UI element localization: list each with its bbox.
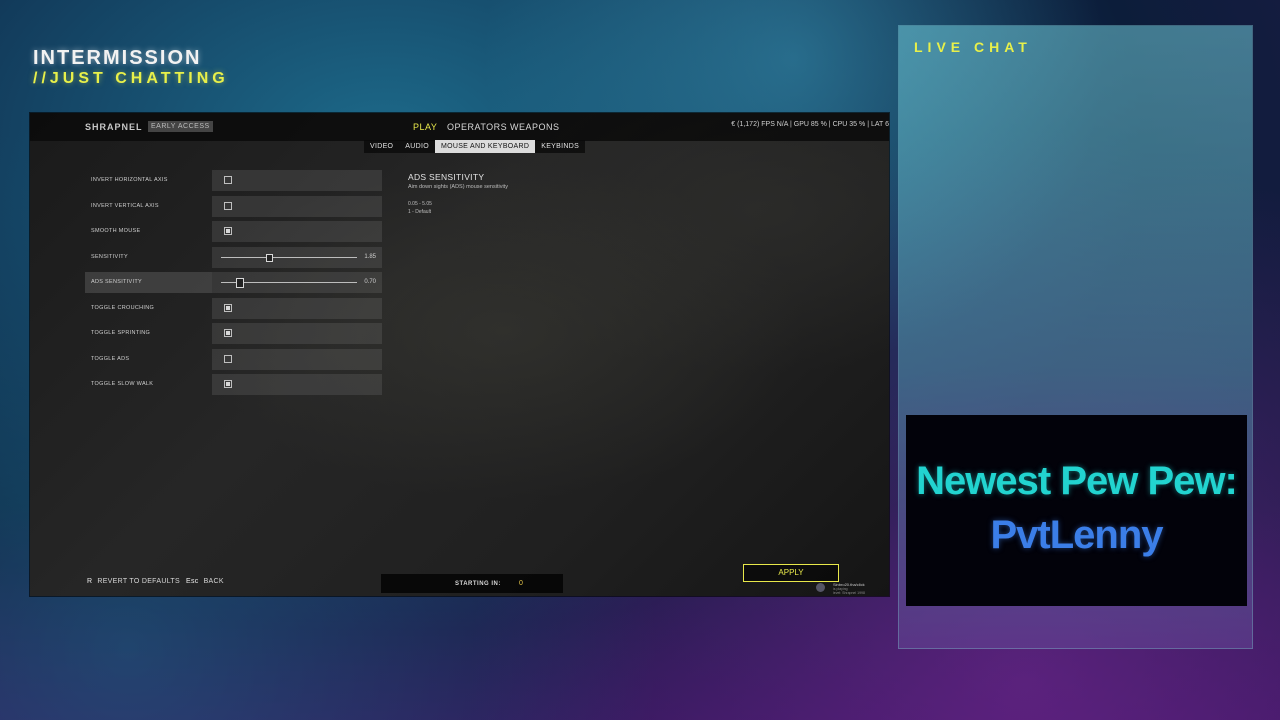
settings-subtabs: VIDEO AUDIO MOUSE AND KEYBOARD KEYBINDS <box>364 140 586 153</box>
early-access-badge: EARLY ACCESS <box>148 121 213 132</box>
setting-label-cell: TOGGLE CROUCHING <box>85 298 212 319</box>
setting-label-cell: TOGGLE ADS <box>85 349 212 370</box>
avatar <box>816 583 825 592</box>
toggle-crouching-checkbox[interactable] <box>224 303 232 312</box>
game-logo: SHRAPNEL <box>85 122 143 132</box>
setting-row-smooth-mouse[interactable]: SMOOTH MOUSE <box>85 221 382 242</box>
setting-label-cell: ADS SENSITIVITY <box>85 272 212 293</box>
setting-label-cell: SENSITIVITY <box>85 247 212 268</box>
setting-control <box>212 170 382 191</box>
subtab-mouse-and-keyboard[interactable]: MOUSE AND KEYBOARD <box>434 140 536 153</box>
description-title: ADS SENSITIVITY <box>408 172 485 182</box>
nav-tab-weapons[interactable]: WEAPONS <box>510 122 560 132</box>
subtab-video[interactable]: VIDEO <box>364 140 399 153</box>
alert-heading: Newest Pew Pew: <box>916 459 1238 503</box>
toggle-slow-walk-checkbox[interactable] <box>224 380 232 388</box>
description-subtitle: Aim down sights (ADS) mouse sensitivity <box>408 184 508 190</box>
setting-label: SENSITIVITY <box>91 253 128 260</box>
ads-sensitivity-slider-handle[interactable] <box>235 278 244 288</box>
starting-in-value: 0 <box>519 580 523 587</box>
revert-label: REVERT TO DEFAULTS <box>97 578 180 585</box>
toggle-sprinting-checkbox[interactable] <box>224 329 232 337</box>
setting-label: TOGGLE SLOW WALK <box>91 381 154 387</box>
apply-button[interactable]: APPLY <box>743 564 839 582</box>
setting-control: 1.85 <box>212 246 382 268</box>
sensitivity-value: 1.85 <box>364 253 376 260</box>
webcam-overlay: Sinbro20.tha/click is playing level: Shr… <box>814 581 874 595</box>
intermission-title: INTERMISSION <box>33 47 202 69</box>
back-key-hint: Esc <box>186 578 199 585</box>
nav-tab-operators[interactable]: OPERATORS <box>447 122 507 132</box>
setting-label-cell: SMOOTH MOUSE <box>85 221 212 242</box>
invert-vertical-axis-checkbox[interactable] <box>224 201 232 210</box>
sensitivity-slider-track[interactable] <box>221 253 357 262</box>
just-chatting-subtitle: //JUST CHATTING <box>33 70 229 87</box>
toggle-ads-checkbox[interactable] <box>224 354 232 363</box>
ads-sensitivity-value: 0.70 <box>364 279 376 285</box>
game-window: SHRAPNEL EARLY ACCESS PLAY OPERATORS WEA… <box>30 113 889 596</box>
subtab-audio[interactable]: AUDIO <box>399 140 435 153</box>
setting-label-cell: INVERT HORIZONTAL AXIS <box>85 170 212 191</box>
sensitivity-slider-handle[interactable] <box>265 253 273 262</box>
setting-control <box>212 374 382 395</box>
setting-control <box>212 348 382 370</box>
live-chat-title: LIVE CHAT <box>914 39 1032 55</box>
setting-row-ads-sensitivity[interactable]: ADS SENSITIVITY 0.70 <box>85 272 382 293</box>
setting-control <box>212 297 382 319</box>
description-range: 0.05 - 5.05 <box>408 201 432 207</box>
settings-list: INVERT HORIZONTAL AXIS INVERT VERTICAL AX… <box>85 170 382 400</box>
revert-to-defaults-button[interactable]: R REVERT TO DEFAULTS <box>87 578 180 585</box>
smooth-mouse-checkbox[interactable] <box>224 227 232 235</box>
setting-row-invert-vertical-axis[interactable]: INVERT VERTICAL AXIS <box>85 195 382 217</box>
setting-row-toggle-ads[interactable]: TOGGLE ADS <box>85 348 382 370</box>
setting-control <box>212 323 382 344</box>
setting-label-cell: TOGGLE SPRINTING <box>85 323 212 344</box>
newest-follower-alert: Newest Pew Pew: PvtLenny <box>906 415 1247 606</box>
starting-in-panel: STARTING IN: 0 <box>381 574 563 593</box>
starting-in-label: STARTING IN: <box>455 581 501 587</box>
setting-label: INVERT HORIZONTAL AXIS <box>91 177 168 183</box>
nav-tab-play[interactable]: PLAY <box>413 122 437 132</box>
setting-label-cell: TOGGLE SLOW WALK <box>85 374 212 395</box>
subtab-keybinds[interactable]: KEYBINDS <box>535 140 585 153</box>
back-button[interactable]: Esc BACK <box>186 578 224 585</box>
setting-label: ADS SENSITIVITY <box>91 279 142 285</box>
invert-horizontal-axis-checkbox[interactable] <box>224 176 232 184</box>
description-default: 1 - Default <box>408 209 432 215</box>
setting-control <box>212 221 382 242</box>
alert-username: PvtLenny <box>990 513 1163 557</box>
setting-label: SMOOTH MOUSE <box>91 228 141 234</box>
setting-control: 0.70 <box>212 272 382 293</box>
setting-row-toggle-sprinting[interactable]: TOGGLE SPRINTING <box>85 323 382 344</box>
webcam-level: level: Shrapnel 1998 <box>833 591 865 595</box>
setting-label: INVERT VERTICAL AXIS <box>91 202 159 209</box>
setting-row-toggle-slow-walk[interactable]: TOGGLE SLOW WALK <box>85 374 382 395</box>
setting-label-cell: INVERT VERTICAL AXIS <box>85 196 212 217</box>
back-label: BACK <box>203 578 224 585</box>
revert-key-hint: R <box>87 578 93 585</box>
setting-row-sensitivity[interactable]: SENSITIVITY 1.85 <box>85 246 382 268</box>
setting-label: TOGGLE ADS <box>91 355 130 362</box>
setting-label: TOGGLE CROUCHING <box>91 304 155 311</box>
performance-stats: € (1,172) FPS N/A | GPU 85 % | CPU 35 % … <box>731 121 889 128</box>
setting-control <box>212 195 382 217</box>
ads-sensitivity-slider-track[interactable] <box>221 278 357 288</box>
setting-row-invert-horizontal-axis[interactable]: INVERT HORIZONTAL AXIS <box>85 170 382 191</box>
setting-row-toggle-crouching[interactable]: TOGGLE CROUCHING <box>85 297 382 319</box>
game-top-bar: SHRAPNEL EARLY ACCESS PLAY OPERATORS WEA… <box>30 113 889 141</box>
setting-label: TOGGLE SPRINTING <box>91 330 151 336</box>
